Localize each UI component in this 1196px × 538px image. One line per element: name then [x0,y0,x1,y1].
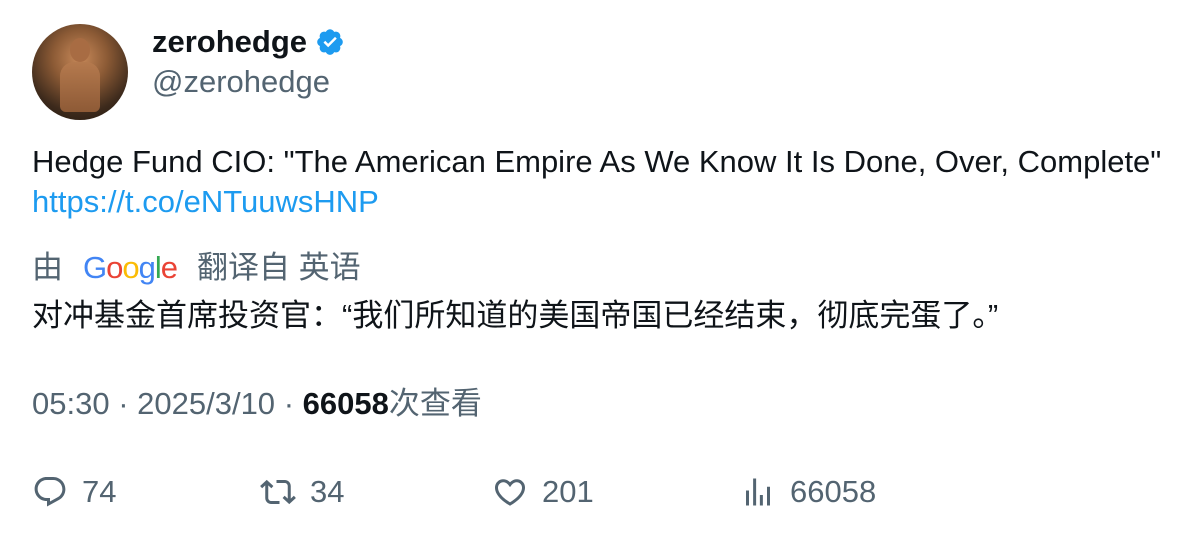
author-name[interactable]: zerohedge [152,22,307,62]
like-button[interactable]: 201 [492,472,594,512]
retweet-icon [260,479,296,505]
tweet-body: Hedge Fund CIO: "The American Empire As … [32,144,1162,179]
translation-attribution: 由 Google 翻译自 英语 [32,248,361,288]
retweet-count: 34 [310,474,345,509]
verified-badge-icon [317,29,343,55]
like-count: 201 [542,474,594,509]
translation-by-label: 由 [32,250,63,285]
tweet-time[interactable]: 05:30 [32,386,110,421]
reply-count: 74 [82,474,117,509]
views-button[interactable]: 66058 [740,472,876,512]
action-bar: 74 34 201 66058 [32,472,1162,512]
reply-button[interactable]: 74 [32,472,116,512]
meta-separator: · [283,386,303,421]
views-count: 66058 [790,474,877,509]
translated-text: 对冲基金首席投资官：“我们所知道的美国帝国已经结束，彻底完蛋了。” [32,298,999,333]
google-logo[interactable]: Google [83,248,178,288]
avatar-head [70,38,90,62]
author-name-row: zerohedge [152,22,345,62]
tweet-text: Hedge Fund CIO: "The American Empire As … [32,142,1162,222]
view-count: 66058 [302,386,389,421]
analytics-icon [746,478,770,506]
avatar[interactable] [32,24,128,120]
avatar-torso [60,62,100,112]
translation-from-label: 翻译自 英语 [197,250,361,285]
retweet-button[interactable]: 34 [260,472,344,512]
reply-icon [34,477,66,507]
view-count-label: 次查看 [388,386,482,421]
meta-separator: · [118,386,138,421]
tweet-meta: 05:30 · 2025/3/10 · 66058次查看 [32,384,482,424]
heart-icon [494,479,526,506]
tweet-date[interactable]: 2025/3/10 [137,386,275,421]
tweet-link[interactable]: https://t.co/eNTuuwsHNP [32,184,379,219]
author-handle[interactable]: @zerohedge [152,64,330,100]
